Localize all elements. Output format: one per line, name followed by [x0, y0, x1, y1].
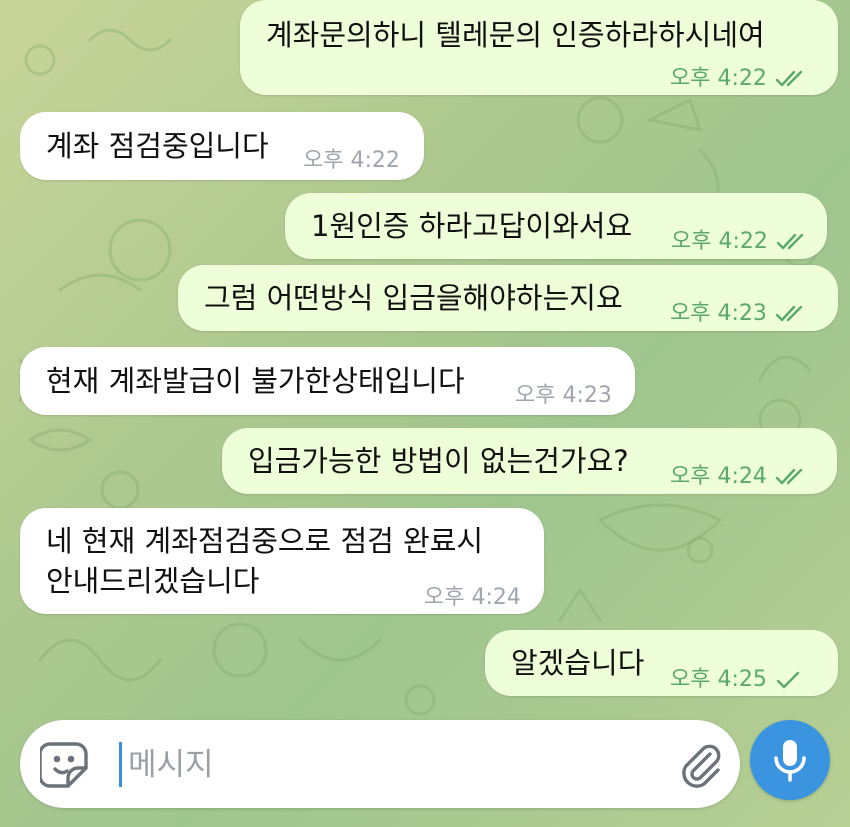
message-text-line: 네 현재 계좌점검중으로 점검 완료시 [46, 524, 484, 558]
message-text: 현재 계좌발급이 불가한상태입니다 [46, 364, 465, 398]
message-text: 입금가능한 방법이 없는건가요? [248, 444, 629, 478]
double-check-icon [775, 468, 809, 486]
message-list: 계좌문의하니 텔레문의 인증하라하시네여 오후 4:22 계좌 점검중입니다 오… [0, 0, 850, 715]
message-bubble-incoming[interactable]: 네 현재 계좌점검중으로 점검 완료시 안내드리겠습니다 오후 4:24 [20, 508, 544, 614]
message-time: 오후 4:23 [670, 301, 767, 326]
message-input[interactable] [126, 738, 670, 792]
message-time: 오후 4:23 [515, 383, 612, 408]
message-bubble-outgoing[interactable]: 입금가능한 방법이 없는건가요? 오후 4:24 [222, 428, 837, 494]
message-time: 오후 4:24 [424, 585, 521, 610]
message-meta: 오후 4:23 [670, 295, 809, 333]
double-check-icon [775, 70, 809, 88]
message-meta: 오후 4:24 [670, 458, 809, 496]
message-meta: 오후 4:24 [424, 579, 521, 617]
message-bubble-outgoing[interactable]: 알겠습니다 오후 4:25 [485, 630, 838, 696]
message-meta: 오후 4:22 [671, 223, 810, 261]
message-time: 오후 4:22 [670, 66, 767, 91]
message-bubble-incoming[interactable]: 계좌 점검중입니다 오후 4:22 [20, 112, 424, 180]
message-composer [20, 720, 740, 808]
message-meta: 오후 4:25 [670, 661, 801, 699]
message-bubble-outgoing[interactable]: 1원인증 하라고답이와서요 오후 4:22 [285, 193, 827, 259]
text-caret [119, 742, 122, 787]
message-time: 오후 4:22 [303, 148, 400, 173]
message-time: 오후 4:25 [670, 667, 767, 692]
message-text: 계좌문의하니 텔레문의 인증하라하시네여 [266, 18, 765, 52]
message-meta: 오후 4:23 [515, 377, 612, 415]
double-check-icon [775, 305, 809, 323]
message-bubble-outgoing[interactable]: 계좌문의하니 텔레문의 인증하라하시네여 오후 4:22 [240, 0, 838, 95]
message-text: 알겠습니다 [511, 646, 645, 680]
message-text: 그럼 어떤방식 입금을해야하는지요 [204, 281, 623, 315]
message-time: 오후 4:22 [671, 229, 768, 254]
double-check-icon [776, 233, 810, 251]
attach-icon[interactable] [676, 740, 726, 790]
message-text: 계좌 점검중입니다 [46, 129, 269, 163]
message-bubble-outgoing[interactable]: 그럼 어떤방식 입금을해야하는지요 오후 4:23 [178, 265, 838, 331]
sticker-icon[interactable] [38, 740, 90, 790]
message-text-line: 안내드리겠습니다 [46, 564, 260, 598]
message-bubble-incoming[interactable]: 현재 계좌발급이 불가한상태입니다 오후 4:23 [20, 347, 635, 415]
message-time: 오후 4:24 [670, 464, 767, 489]
message-meta: 오후 4:22 [303, 142, 400, 180]
single-check-icon [775, 671, 801, 689]
mic-icon [774, 740, 806, 782]
message-text: 1원인증 하라고답이와서요 [311, 209, 633, 243]
message-meta: 오후 4:22 [670, 60, 809, 98]
mic-button[interactable] [750, 720, 830, 800]
